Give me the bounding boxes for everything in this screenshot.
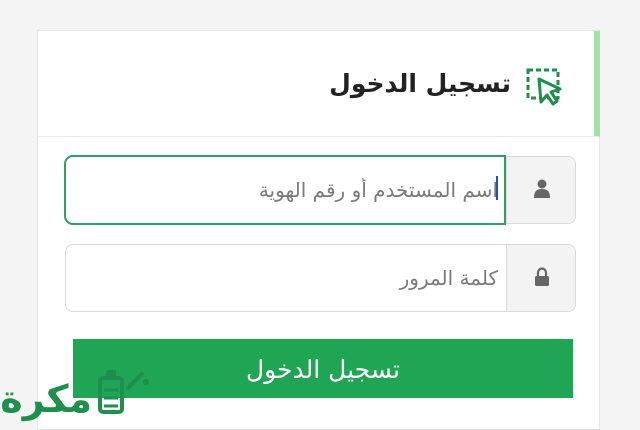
username-addon: [506, 157, 575, 223]
card-header: تسجيل الدخول: [38, 31, 599, 137]
text-caret: [496, 176, 498, 200]
lock-icon: [535, 267, 549, 286]
password-addon: [506, 245, 575, 311]
watermark-text: مكرة: [0, 377, 92, 421]
username-field[interactable]: [66, 157, 508, 223]
dashed-select-cursor-icon: [526, 68, 562, 106]
site-watermark-logo: مكرة: [0, 370, 149, 421]
password-field[interactable]: [66, 245, 508, 311]
password-input-group: [65, 244, 576, 312]
user-icon: [534, 179, 550, 198]
page-title: تسجيل الدخول: [329, 69, 511, 98]
username-input-group: [65, 156, 576, 224]
